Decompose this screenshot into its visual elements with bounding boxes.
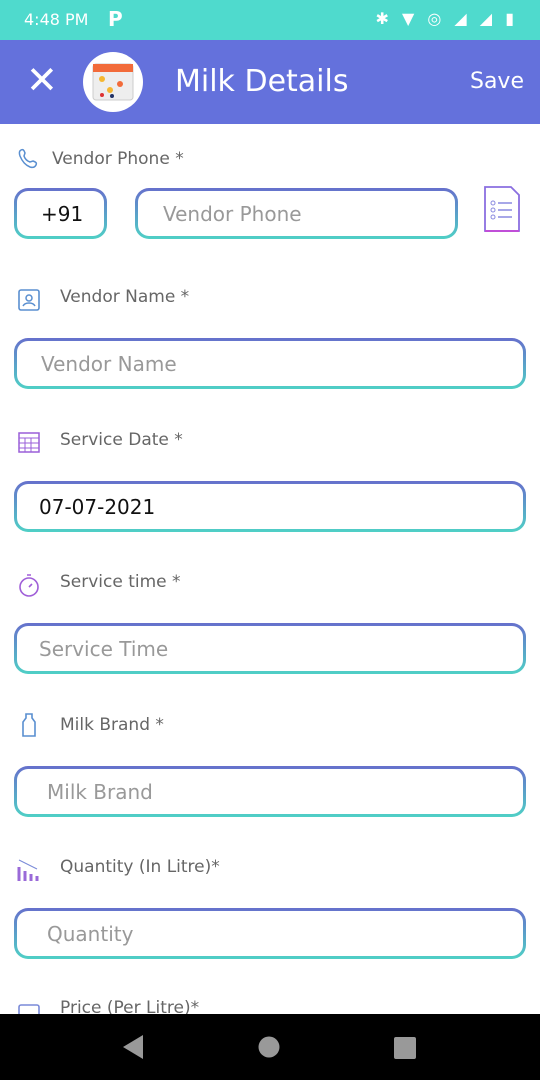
back-icon[interactable] [121, 1034, 145, 1060]
quantity-input[interactable]: Quantity [14, 908, 526, 959]
save-button[interactable]: Save [470, 69, 524, 94]
status-icons: ✱ ▼ ◎ ◢ ◢ ▮ [375, 9, 518, 28]
calendar-logo [83, 52, 143, 112]
vendor-phone-input[interactable]: Vendor Phone [135, 188, 458, 239]
status-bar: 4:48 PM P ✱ ▼ ◎ ◢ ◢ ▮ [0, 0, 540, 40]
page-title: Milk Details [175, 64, 349, 99]
service-date-input[interactable]: 07-07-2021 [14, 481, 526, 532]
phone-icon [18, 148, 38, 169]
vendor-name-input[interactable]: Vendor Name [14, 338, 526, 389]
status-time: 4:48 PM [24, 10, 89, 29]
country-code-field[interactable]: +91 [14, 188, 107, 239]
navigation-bar [0, 1014, 540, 1080]
chart-icon [17, 859, 39, 881]
service-time-label: Service time * [60, 572, 181, 592]
quantity-label: Quantity (In Litre)* [60, 857, 220, 877]
recents-icon[interactable] [393, 1036, 417, 1060]
app-header: ✕ Milk Details Save [0, 40, 540, 124]
contacts-list-icon[interactable] [482, 185, 522, 235]
vendor-phone-label: Vendor Phone * [52, 149, 184, 169]
service-date-label: Service Date * [60, 430, 183, 450]
bottle-icon [22, 713, 36, 737]
app-notification-icon: P [108, 7, 123, 31]
calendar-icon [18, 432, 40, 453]
contact-icon [18, 289, 40, 311]
service-time-input[interactable]: Service Time [14, 623, 526, 674]
close-icon[interactable]: ✕ [26, 60, 58, 100]
home-icon[interactable] [258, 1036, 280, 1058]
stopwatch-icon [19, 574, 39, 597]
milk-brand-input[interactable]: Milk Brand [14, 766, 526, 817]
vendor-name-label: Vendor Name * [60, 287, 190, 307]
milk-brand-label: Milk Brand * [60, 715, 164, 735]
